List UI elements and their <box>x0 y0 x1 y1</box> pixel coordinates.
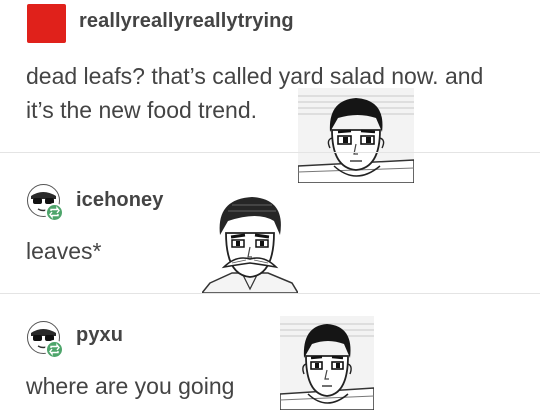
post-text-line: leaves* <box>26 238 102 264</box>
manga-boy-face-image <box>280 316 374 410</box>
post-username[interactable]: reallyreallyreallytrying <box>79 10 294 33</box>
post-icehoney: icehoney leaves* <box>0 153 540 293</box>
manga-mustache-man-icon <box>202 193 298 293</box>
manga-boy-face-icon <box>280 316 374 410</box>
reblog-icon <box>49 206 60 219</box>
post-reallyreallyreallytrying: reallyreallyreallytrying dead leafs? tha… <box>0 0 540 183</box>
post-text-line: dead leafs? that’s called yard salad now… <box>26 63 484 89</box>
reblog-icon <box>49 343 60 356</box>
post-text-line: it’s the new food trend. <box>26 97 257 123</box>
reblog-badge <box>45 203 64 222</box>
manga-mustache-man-image <box>202 193 298 293</box>
post-username[interactable]: pyxu <box>76 324 123 347</box>
post-pyxu: pyxu where are you going <box>0 294 540 418</box>
post-text-line: where are you going <box>26 373 235 399</box>
post-username[interactable]: icehoney <box>76 189 164 212</box>
reblog-badge <box>45 340 64 359</box>
avatar[interactable] <box>27 4 66 43</box>
